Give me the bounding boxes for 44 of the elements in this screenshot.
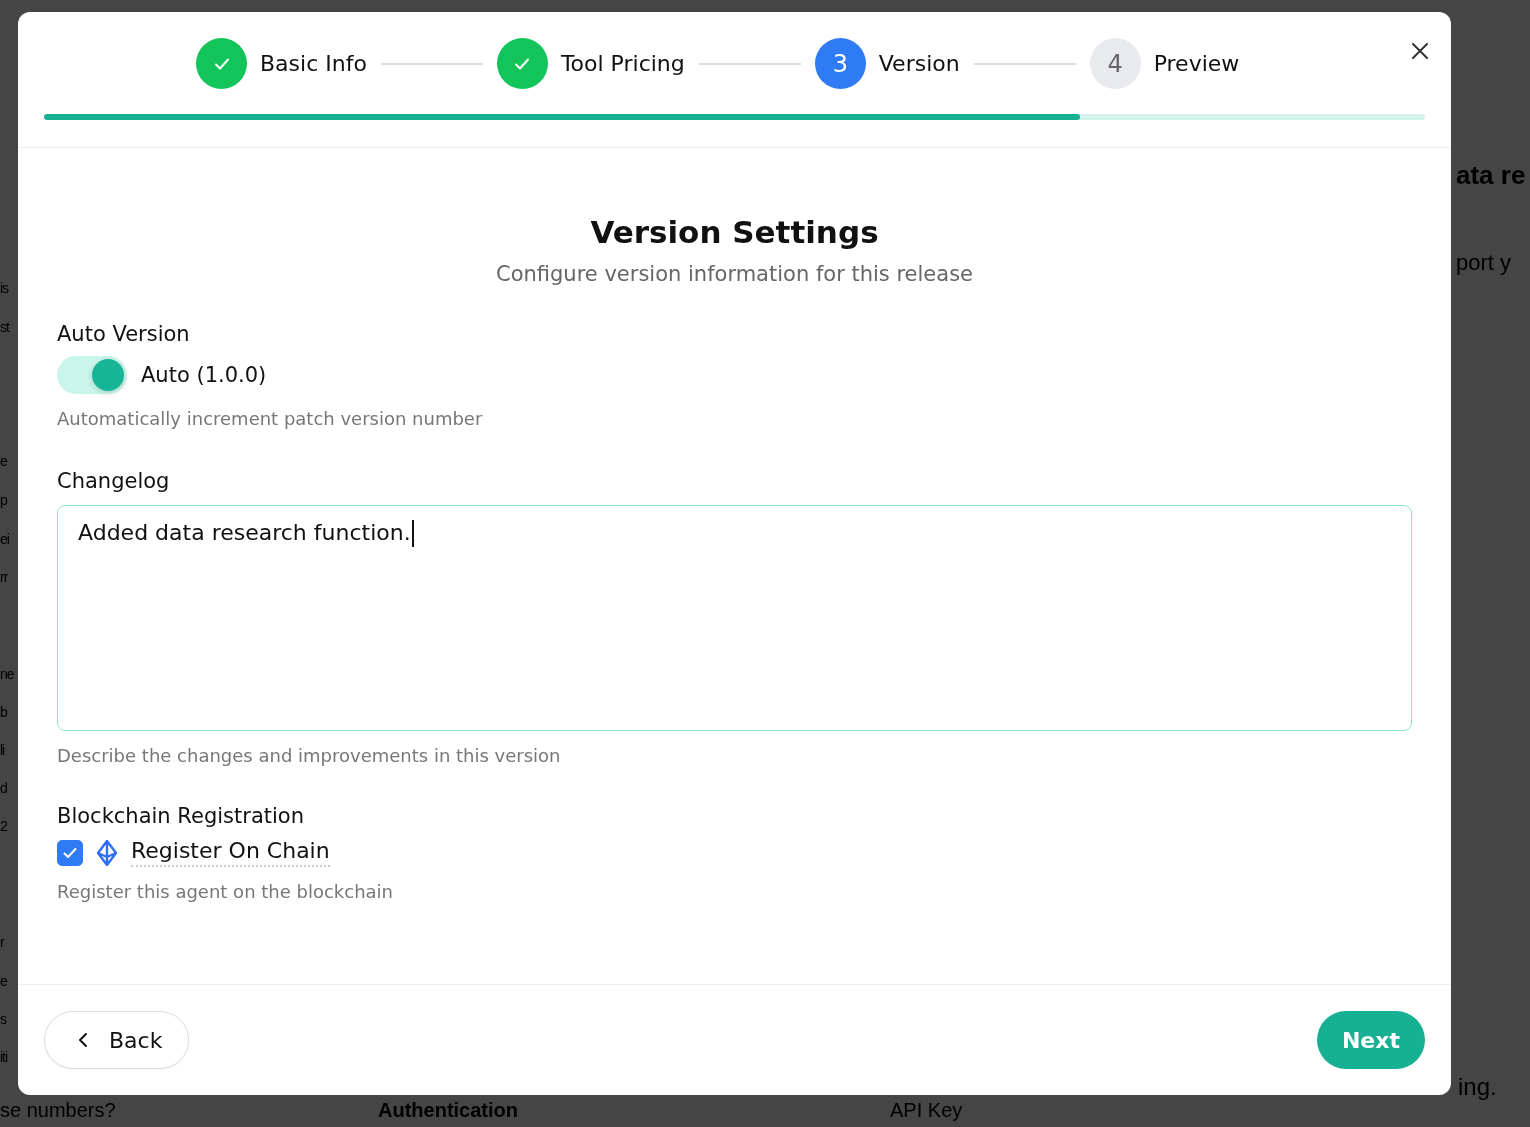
background-text: p <box>0 492 7 508</box>
background-heading: ata re <box>1456 160 1526 191</box>
diamond-icon <box>96 839 118 866</box>
background-text: st <box>0 319 9 335</box>
close-button[interactable] <box>1411 42 1429 60</box>
background-text: s <box>0 1011 6 1027</box>
step-number: 3 <box>814 38 866 89</box>
background-text: d <box>0 780 7 796</box>
background-text: e <box>0 973 7 989</box>
step-label: Preview <box>1153 51 1240 76</box>
dialog-title: Version Settings <box>589 214 880 250</box>
field-label: Auto Version <box>57 322 191 346</box>
step-number: 4 <box>1089 38 1141 89</box>
select-value: API Key <box>890 1099 963 1122</box>
step-label: Basic Info <box>260 51 367 76</box>
background-text: ing. <box>1458 1073 1497 1101</box>
background-text: iti <box>0 1049 8 1065</box>
help-text: Automatically increment patch version number <box>57 408 484 429</box>
background-text: b <box>0 704 7 720</box>
changelog-field[interactable]: Added data research function. <box>57 505 1412 731</box>
background-text: is <box>0 280 9 296</box>
background-text: e <box>0 453 7 469</box>
background-text: 2 <box>0 818 7 834</box>
background-text: port y <box>1456 250 1512 276</box>
background-text: li <box>0 742 5 758</box>
help-text: Describe the changes and improvements in this version <box>57 745 562 766</box>
help-text: Register this agent on the blockchain <box>57 881 395 902</box>
background-text: ne <box>0 666 14 682</box>
field-label: Changelog <box>57 469 171 493</box>
field-label: Blockchain Registration <box>57 804 305 828</box>
step-label: Tool Pricing <box>560 51 685 76</box>
toggle-switch[interactable] <box>57 356 127 394</box>
background-text: ei <box>0 531 9 547</box>
dialog-subtitle: Configure version information for this release <box>494 262 974 286</box>
checkbox-label[interactable]: Register On Chain <box>131 838 330 867</box>
background-text: se numbers? <box>0 1099 116 1122</box>
background-text: rr <box>0 569 8 585</box>
background-text: r <box>0 934 4 950</box>
step-label: Version <box>878 51 960 76</box>
section-heading: Authentication <box>378 1099 518 1122</box>
checkbox[interactable] <box>57 839 83 866</box>
back-button[interactable]: Back <box>44 1011 190 1069</box>
chevron-left-icon <box>77 1032 89 1048</box>
toggle-label: Auto (1.0.0) <box>141 363 267 387</box>
